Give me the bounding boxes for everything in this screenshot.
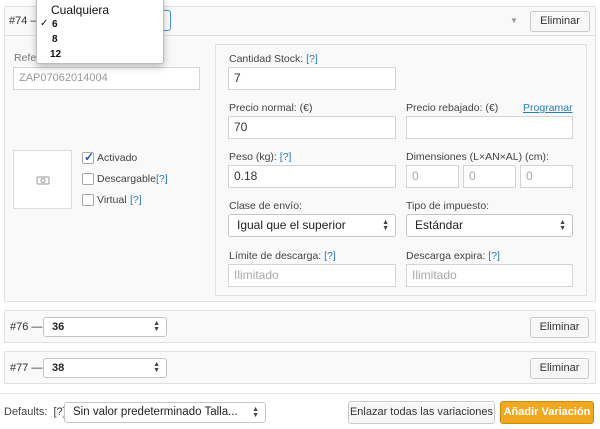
length-input[interactable]: 0 [406,165,459,188]
downloadable-label: Descargable [97,173,156,185]
downloadable-checkbox[interactable] [82,173,94,185]
height-input[interactable]: 0 [520,165,573,188]
defaults-label: Defaults: [?] [4,406,66,418]
shipping-class-select[interactable]: Igual que el superior ▲ ▼ [228,214,396,237]
expand-arrow-icon[interactable]: ▼ [510,16,518,25]
dropdown-option-6[interactable]: 6 [52,19,58,30]
virtual-label: Virtual [97,194,127,206]
select-arrows-icon: ▲ ▼ [559,218,566,232]
enabled-label: Activado [97,152,138,164]
dropdown-option-8[interactable]: 8 [52,34,58,45]
variation-76-value: 36 [52,321,65,333]
downloadable-help[interactable]: [?] [156,173,168,185]
virtual-help[interactable]: [?] [130,194,142,206]
dimensions-label: Dimensiones (L×AN×AL) (cm): [406,151,549,163]
image-placeholder-icon [36,176,50,185]
weight-label: Peso (kg): [?] [229,151,291,163]
shipping-class-value: Igual que el superior [237,218,346,232]
dropdown-option-12[interactable]: 12 [50,49,61,60]
defaults-select[interactable]: Sin valor predeterminado Talla... ▲ ▼ [64,402,266,423]
tax-class-value: Estándar [415,218,464,232]
download-expiry-label-text: Descarga expira: [406,250,486,262]
variation-77-id: #77 — [10,362,43,374]
defaults-label-text: Defaults: [4,406,48,418]
download-expiry-label: Descarga expira: [?] [406,250,500,262]
add-variation-button[interactable]: Añadir Variación [500,401,594,424]
variation-77-value: 38 [52,362,65,374]
variation-77-panel[interactable]: #77 — 38 ▲ ▼ Eliminar [4,351,596,384]
variation-77-remove-button[interactable]: Eliminar [530,358,589,379]
virtual-checkbox[interactable] [82,194,94,206]
sku-input[interactable]: ZAP07062014004 [13,67,200,90]
select-arrows-icon: ▲ ▼ [252,405,259,419]
footer-divider [0,393,600,394]
download-limit-input[interactable]: Ilimitado [228,264,396,287]
stock-label: Cantidad Stock: [?] [229,53,318,65]
link-all-variations-button[interactable]: Enlazar todas las variaciones [348,401,495,424]
weight-help[interactable]: [?] [280,151,292,163]
variation-77-select[interactable]: 38 ▲ ▼ [43,358,167,378]
dropdown-option-any[interactable]: Cualquiera [51,3,109,17]
download-expiry-help[interactable]: [?] [488,250,500,262]
sku-label: Refe [14,52,37,64]
variation-76-remove-button[interactable]: Eliminar [530,317,589,338]
sale-price-label: Precio rebajado: (€) [406,102,499,114]
variation-image[interactable] [13,150,72,209]
stock-label-text: Cantidad Stock: [229,53,304,65]
defaults-value: Sin valor predeterminado Talla... [73,406,238,418]
variation-76-id: #76 — [10,321,43,333]
sale-price-input[interactable] [406,116,573,139]
variation-76-panel[interactable]: #76 — 36 ▲ ▼ Eliminar [4,310,596,343]
tax-class-select[interactable]: Estándar ▲ ▼ [406,214,573,237]
select-arrows-icon: ▲ ▼ [153,320,160,333]
download-limit-label-text: Límite de descarga: [229,250,322,262]
regular-price-label: Precio normal: (€) [229,102,313,114]
schedule-link[interactable]: Programar [523,102,573,114]
download-limit-help[interactable]: [?] [324,250,336,262]
stock-input[interactable]: 7 [228,67,396,90]
tax-class-label: Tipo de impuesto: [406,200,490,212]
select-arrows-icon: ▲ ▼ [382,218,389,232]
weight-label-text: Peso (kg): [229,151,277,163]
select-arrows-icon: ▲ ▼ [153,361,160,374]
weight-input[interactable]: 0.18 [228,165,396,188]
stock-help[interactable]: [?] [306,53,318,65]
enabled-checkbox[interactable] [82,150,94,164]
variation-74-remove-button[interactable]: Eliminar [530,11,590,32]
regular-price-input[interactable]: 70 [228,116,396,139]
check-icon: ✓ [40,18,49,29]
download-expiry-input[interactable]: Ilimitado [406,264,573,287]
shipping-class-label: Clase de envío: [229,200,302,212]
size-dropdown-list[interactable]: Cualquiera ✓ 6 8 12 [36,0,164,64]
variation-76-select[interactable]: 36 ▲ ▼ [43,317,167,337]
width-input[interactable]: 0 [463,165,516,188]
download-limit-label: Límite de descarga: [?] [229,250,336,262]
